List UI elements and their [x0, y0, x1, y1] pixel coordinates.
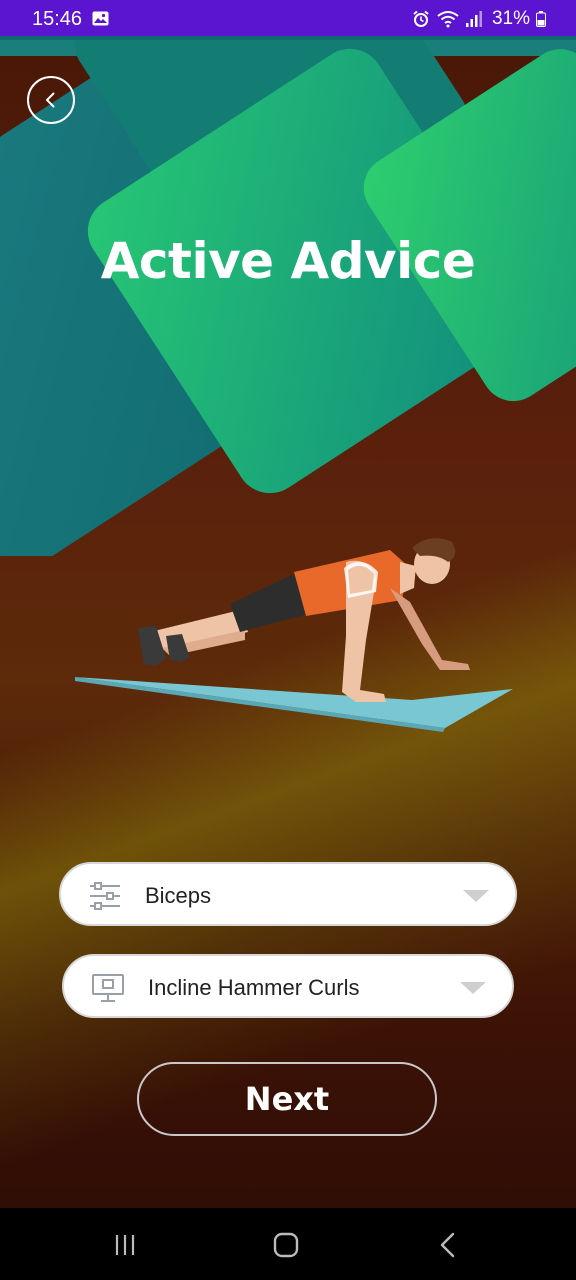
chevron-left-icon: [46, 92, 55, 108]
battery-percent: 31%: [491, 8, 530, 29]
alarm-icon: [413, 10, 429, 27]
monitor-icon: [92, 974, 124, 1002]
sliders-icon: [90, 882, 120, 910]
decorative-shapes: [0, 36, 576, 556]
recent-apps-icon[interactable]: [110, 1232, 140, 1258]
navigation-bar: [0, 1208, 576, 1280]
muscle-value: Biceps: [145, 883, 212, 908]
next-button[interactable]: Next: [137, 1062, 437, 1136]
exercise-value: Incline Hammer Curls: [148, 975, 360, 1000]
gallery-icon: [92, 11, 109, 26]
back-button[interactable]: [27, 76, 75, 124]
status-icons: 31%: [412, 7, 546, 31]
exercise-dropdown[interactable]: Incline Hammer Curls: [62, 954, 514, 1018]
back-icon[interactable]: [433, 1232, 463, 1258]
muscle-dropdown[interactable]: Biceps: [59, 862, 517, 926]
wifi-icon: [437, 11, 459, 28]
dropdown-arrow-icon: [460, 982, 486, 994]
battery-icon: [536, 11, 546, 27]
status-time: 15:46: [32, 8, 83, 30]
page-title: Active Advice: [100, 232, 476, 290]
app-screen: Active Advice Biceps Incline Hammer Curl…: [0, 36, 576, 1208]
signal-icon: [465, 11, 482, 27]
dropdown-arrow-icon: [463, 890, 489, 902]
pushup-illustration: [75, 538, 513, 732]
home-icon[interactable]: [271, 1232, 301, 1258]
status-bar: 15:46 31%: [0, 0, 576, 36]
